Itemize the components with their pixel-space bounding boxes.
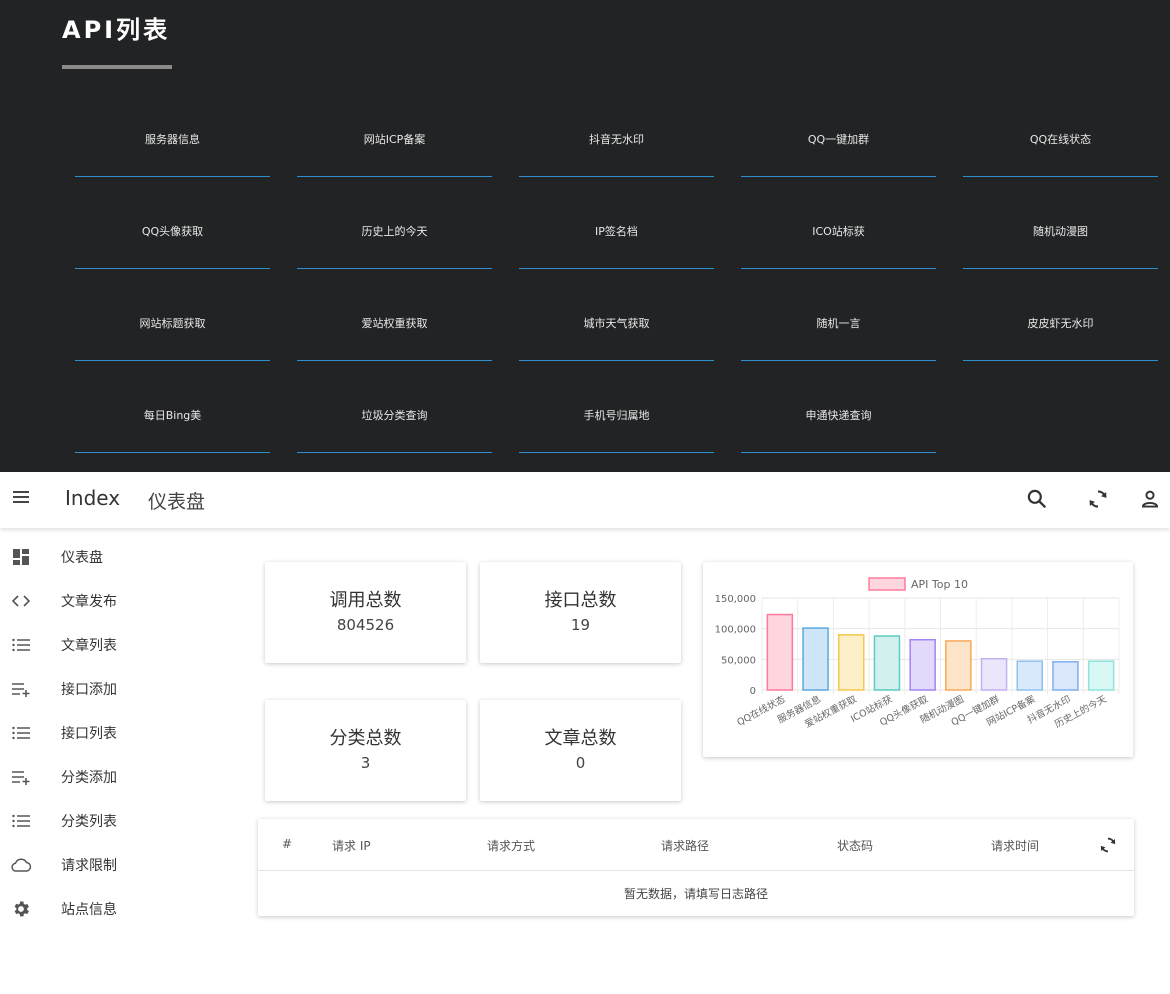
stat-value: 19 (570, 616, 591, 634)
sidebar-item[interactable]: 分类添加 (0, 755, 200, 799)
legend-label: API Top 10 (911, 578, 968, 591)
playlist-add-icon (10, 766, 32, 788)
chart-bar[interactable] (909, 638, 936, 691)
refresh-icon[interactable] (1097, 834, 1119, 856)
column-header-status: 状态码 (837, 839, 874, 853)
api-list-item[interactable]: 手机号归属地 (519, 378, 714, 453)
list-icon (10, 722, 32, 744)
api-grid: 服务器信息 网站ICP备案 抖音无水印 QQ一键加群 QQ在线状态 QQ头像获取 历史上的今… (75, 102, 1158, 453)
sidebar-item-label: 分类列表 (61, 814, 117, 830)
y-tick-label: 50,000 (721, 655, 756, 666)
menu-icon[interactable] (10, 488, 32, 512)
sidebar-item-label: 仪表盘 (61, 550, 103, 566)
api-list-item[interactable]: QQ一键加群 (741, 102, 936, 177)
sidebar-item-label: 文章发布 (61, 594, 117, 610)
column-header-index: # (282, 837, 293, 851)
column-header-path: 请求路径 (661, 839, 710, 853)
stat-label: 接口总数 (544, 590, 617, 611)
app-bar: Index 仪表盘 (0, 472, 1170, 528)
sidebar-item[interactable]: 接口列表 (0, 711, 200, 755)
stat-card-articles: 文章总数 0 (480, 700, 681, 801)
chart-bar[interactable] (802, 627, 829, 691)
column-header-ip: 请求 IP (332, 839, 371, 853)
y-tick-label: 150,000 (715, 594, 756, 605)
stat-card-apis: 接口总数 19 (480, 562, 681, 663)
sidebar-item-label: 分类添加 (61, 770, 117, 786)
account-icon[interactable] (1137, 486, 1163, 512)
stat-label: 文章总数 (544, 728, 617, 749)
api-list-item[interactable]: 历史上的今天 (297, 194, 492, 269)
sidebar-item[interactable]: 接口添加 (0, 667, 200, 711)
list-icon (10, 810, 32, 832)
chart-bar[interactable] (1087, 660, 1115, 691)
playlist-add-icon (10, 678, 32, 700)
sidebar-item[interactable]: 仪表盘 (0, 535, 200, 579)
stat-value: 804526 (336, 616, 395, 634)
chart-bar[interactable] (766, 613, 794, 691)
sidebar-item-label: 站点信息 (61, 902, 117, 918)
api-list-item[interactable]: 抖音无水印 (519, 102, 714, 177)
column-header-method: 请求方式 (487, 839, 536, 853)
api-list-item[interactable]: 皮皮虾无水印 (963, 286, 1158, 361)
stat-value: 3 (360, 754, 371, 772)
stat-label: 调用总数 (329, 590, 402, 611)
list-icon (10, 634, 32, 656)
api-list-title: API列表 (62, 16, 171, 44)
table-empty-message: 暂无数据，请填写日志路径 (623, 887, 768, 901)
app-title: Index (65, 486, 121, 510)
page-title: 仪表盘 (148, 491, 206, 513)
api-list-item[interactable]: 随机动漫图 (963, 194, 1158, 269)
request-log-table: # 请求 IP 请求方式 请求路径 状态码 请求时间 暂无数据，请填写日志路径 (258, 819, 1134, 916)
sidebar-item[interactable]: 请求限制 (0, 843, 200, 887)
stat-value: 0 (575, 754, 586, 772)
api-list-item[interactable]: 申通快递查询 (741, 378, 936, 453)
chart-bar[interactable] (838, 634, 865, 691)
sidebar: 仪表盘文章发布文章列表接口添加接口列表分类添加分类列表请求限制站点信息 (0, 535, 200, 931)
api-list-item[interactable]: QQ在线状态 (963, 102, 1158, 177)
stat-label: 分类总数 (329, 728, 402, 749)
chart-bar[interactable] (1052, 661, 1079, 691)
code-icon (10, 590, 32, 612)
sync-icon[interactable] (1085, 486, 1111, 512)
chart-bar[interactable] (1016, 660, 1043, 691)
chart-bar[interactable] (980, 657, 1008, 691)
api-list-item[interactable]: 随机一言 (741, 286, 936, 361)
sidebar-item[interactable]: 文章列表 (0, 623, 200, 667)
stat-card-categories: 分类总数 3 (265, 700, 466, 801)
search-icon[interactable] (1024, 486, 1050, 512)
dashboard-icon (10, 546, 32, 568)
api-list-item[interactable]: 网站ICP备案 (297, 102, 492, 177)
y-tick-label: 100,000 (715, 625, 756, 636)
sidebar-item-label: 请求限制 (61, 858, 117, 874)
sidebar-item[interactable]: 站点信息 (0, 887, 200, 931)
api-list-item[interactable]: 城市天气获取 (519, 286, 714, 361)
cloud-icon (10, 854, 32, 876)
stat-card-calls: 调用总数 804526 (265, 562, 466, 663)
title-underline (62, 65, 172, 69)
api-list-item[interactable]: ICO站标获 (741, 194, 936, 269)
y-tick-label: 0 (750, 686, 756, 697)
api-list-section: API列表 服务器信息 网站ICP备案 抖音无水印 QQ一键加群 QQ在线状态 QQ头像获… (0, 0, 1170, 472)
chart-bar[interactable] (873, 635, 901, 691)
api-list-item[interactable]: 每日Bing美 (75, 378, 270, 453)
api-list-item[interactable]: QQ头像获取 (75, 194, 270, 269)
api-list-item[interactable]: 网站标题获取 (75, 286, 270, 361)
gear-icon (10, 898, 32, 920)
api-top10-chart: 150,000100,00050,0000QQ在线状态服务器信息爱站权重获取IC… (715, 577, 1120, 730)
api-list-item[interactable]: IP签名档 (519, 194, 714, 269)
api-list-item[interactable]: 爱站权重获取 (297, 286, 492, 361)
sidebar-item[interactable]: 文章发布 (0, 579, 200, 623)
legend-swatch[interactable] (868, 577, 906, 591)
chart-bar[interactable] (945, 640, 972, 691)
column-header-time: 请求时间 (991, 839, 1040, 853)
sidebar-item-label: 接口添加 (61, 682, 117, 698)
sidebar-item-label: 文章列表 (61, 638, 117, 654)
api-top10-chart-card: 150,000 100,000 50,000 0 QQ在线状态 服务器信息 爱站权重获取 IC… (703, 562, 1133, 757)
api-list-item[interactable]: 垃圾分类查询 (297, 378, 492, 453)
api-list-item[interactable]: 服务器信息 (75, 102, 270, 177)
table-divider (258, 870, 1134, 871)
sidebar-item-label: 接口列表 (61, 726, 117, 742)
sidebar-item[interactable]: 分类列表 (0, 799, 200, 843)
